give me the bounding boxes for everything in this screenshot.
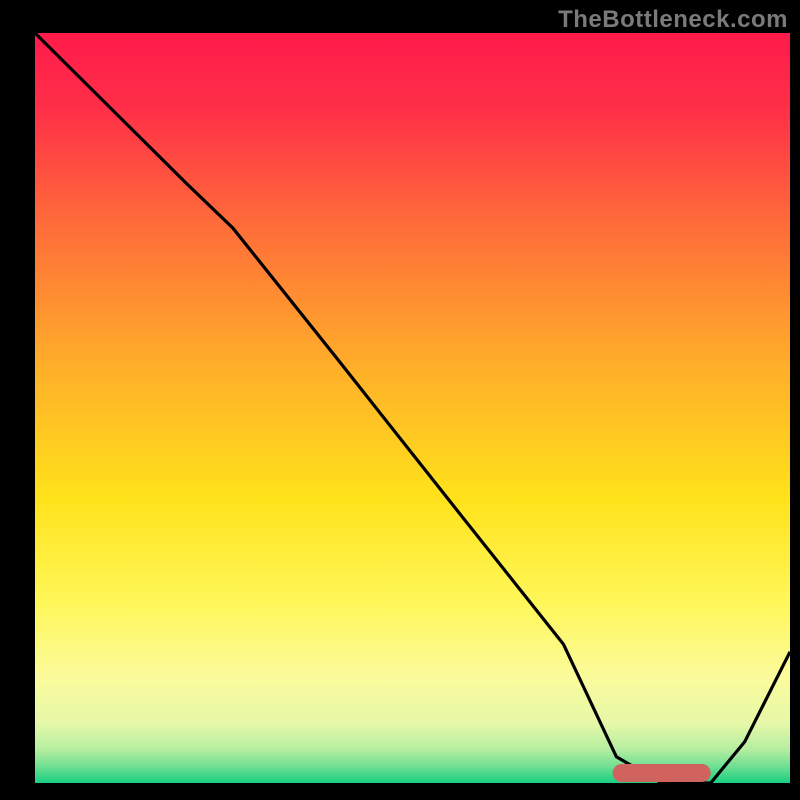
- bottleneck-chart: [0, 0, 800, 800]
- chart-container: TheBottleneck.com: [0, 0, 800, 800]
- watermark-text: TheBottleneck.com: [558, 6, 788, 34]
- optimal-range-marker: [613, 764, 711, 782]
